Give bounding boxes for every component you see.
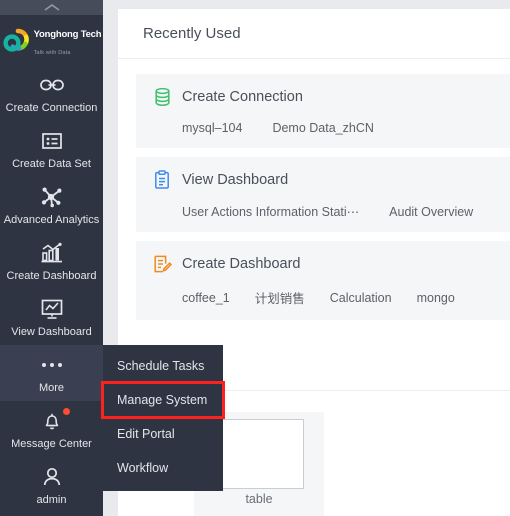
brand-subtitle: Talk with Data — [33, 50, 71, 56]
card-title: Create Connection — [182, 89, 303, 105]
sidebar-item-create-data-set[interactable]: Create Data Set — [0, 121, 103, 177]
menu-item-manage-system[interactable]: Manage System — [101, 381, 225, 419]
sidebar-item-label: Advanced Analytics — [3, 214, 100, 226]
app-window: Yonghong Tech Talk with Data Create Conn… — [0, 0, 510, 516]
panel-header: Recently Used — [118, 9, 510, 59]
card-link[interactable]: Demo Data_zhCN — [272, 121, 373, 135]
brand-title: Yonghong Tech — [33, 29, 102, 41]
sidebar-item-label: Message Center — [11, 438, 92, 450]
database-icon — [151, 86, 173, 108]
clipboard-icon — [151, 169, 173, 191]
card-header: View Dashboard — [136, 169, 510, 191]
sidebar-item-create-dashboard[interactable]: Create Dashboard — [0, 233, 103, 289]
sidebar-item-label: admin — [36, 494, 67, 506]
sidebar-collapse-button[interactable] — [0, 0, 103, 15]
card-link[interactable]: Audit Overview — [389, 205, 473, 219]
card-view-dashboard[interactable]: View Dashboard User Actions Information … — [136, 157, 510, 232]
thumbnail-preview — [214, 419, 304, 489]
menu-item-workflow[interactable]: Workflow — [103, 451, 223, 485]
sidebar-item-label: Create Connection — [5, 102, 98, 114]
menu-item-label: Workflow — [117, 461, 169, 475]
menu-item-label: Schedule Tasks — [117, 359, 205, 373]
page-title: Recently Used — [143, 25, 241, 42]
card-link[interactable]: mongo — [417, 291, 455, 305]
sidebar-item-message-center[interactable]: Message Center — [0, 401, 103, 457]
bell-icon — [41, 408, 70, 434]
menu-item-edit-portal[interactable]: Edit Portal — [103, 417, 223, 451]
sidebar-item-admin[interactable]: admin — [0, 457, 103, 513]
dataset-icon — [40, 128, 64, 154]
more-dropdown-menu: Schedule Tasks Manage System Edit Portal… — [101, 345, 225, 491]
yonghong-logo-icon — [2, 28, 32, 56]
menu-item-label: Manage System — [117, 393, 208, 407]
link-icon — [39, 72, 65, 98]
presentation-chart-icon — [39, 296, 65, 322]
network-nodes-icon — [40, 184, 64, 210]
sidebar-item-label: View Dashboard — [11, 326, 92, 338]
sidebar-item-advanced-analytics[interactable]: Advanced Analytics — [0, 177, 103, 233]
brand-logo[interactable]: Yonghong Tech Talk with Data — [0, 15, 103, 65]
sidebar-item-label: More — [38, 382, 65, 394]
card-link[interactable]: mysql–104 — [182, 121, 242, 135]
notification-badge — [62, 408, 70, 415]
bar-chart-icon — [40, 240, 64, 266]
card-link[interactable]: Calculation — [330, 291, 392, 305]
menu-item-label: Edit Portal — [117, 427, 175, 441]
card-header: Create Connection — [136, 86, 510, 108]
thumbnail-label: table — [245, 492, 273, 506]
sidebar-item-more[interactable]: More — [0, 345, 103, 401]
card-title: Create Dashboard — [182, 256, 301, 272]
menu-item-schedule-tasks[interactable]: Schedule Tasks — [103, 349, 223, 383]
card-links: User Actions Information Stati⋯ Audit Ov… — [136, 204, 510, 220]
card-link[interactable]: coffee_1 — [182, 291, 230, 305]
card-create-dashboard[interactable]: Create Dashboard coffee_1 计划销售 Calculati… — [136, 241, 510, 320]
user-icon — [41, 464, 63, 490]
sidebar-item-view-dashboard[interactable]: View Dashboard — [0, 289, 103, 345]
left-sidebar: Yonghong Tech Talk with Data Create Conn… — [0, 0, 103, 516]
ellipsis-icon — [41, 352, 62, 378]
card-header: Create Dashboard — [136, 253, 510, 275]
sidebar-item-label: Create Data Set — [12, 158, 91, 170]
card-title: View Dashboard — [182, 172, 289, 188]
card-links: coffee_1 计划销售 Calculation mongo — [136, 288, 510, 307]
card-link[interactable]: User Actions Information Stati⋯ — [182, 204, 359, 219]
card-link[interactable]: 计划销售 — [255, 288, 305, 307]
sidebar-item-label: Create Dashboard — [6, 270, 97, 282]
card-links: mysql–104 Demo Data_zhCN — [136, 121, 510, 135]
chevron-up-icon — [42, 2, 62, 13]
edit-document-icon — [151, 253, 173, 275]
sidebar-item-create-connection[interactable]: Create Connection — [0, 65, 103, 121]
card-create-connection[interactable]: Create Connection mysql–104 Demo Data_zh… — [136, 74, 510, 148]
brand-text: Yonghong Tech Talk with Data — [34, 25, 102, 59]
recently-used-card-list: Create Connection mysql–104 Demo Data_zh… — [118, 59, 510, 320]
